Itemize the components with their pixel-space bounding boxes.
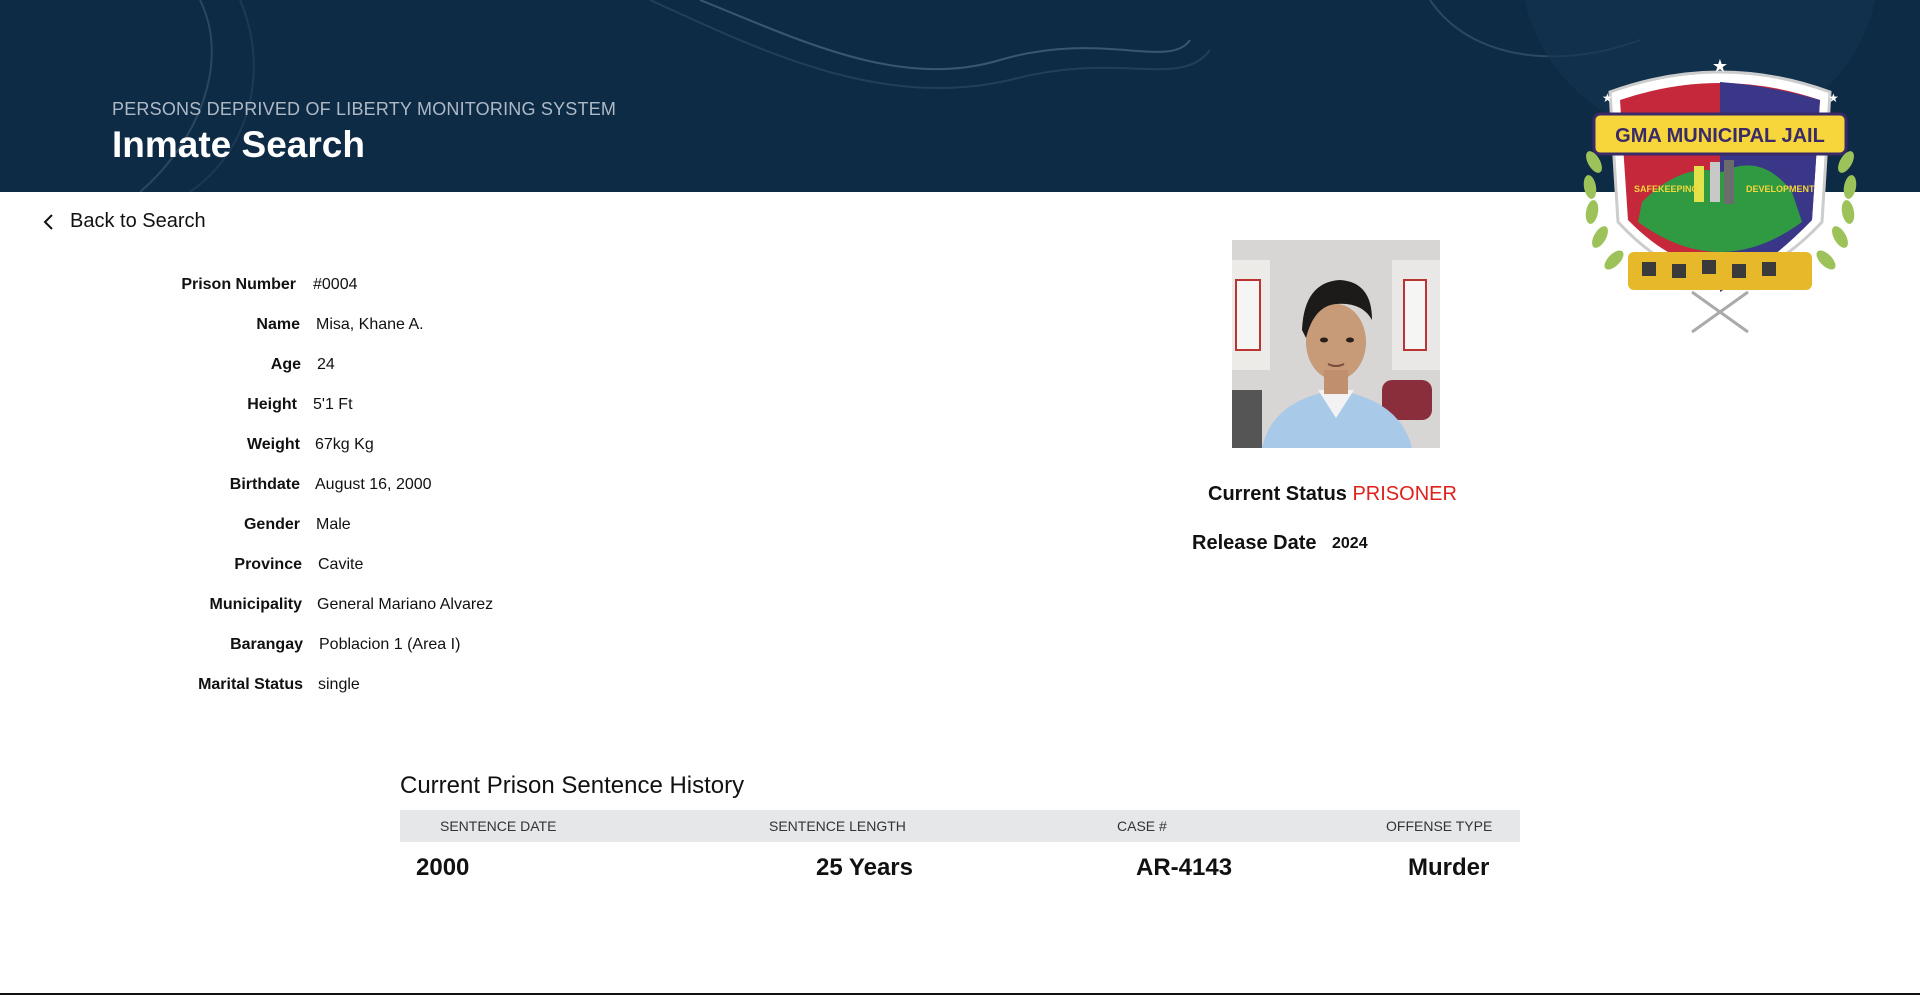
detail-label: Birthdate xyxy=(229,476,300,493)
svg-text:★: ★ xyxy=(1828,91,1839,105)
detail-value: 5'1 Ft xyxy=(313,396,353,413)
column-header-case-number: CASE # xyxy=(1117,818,1167,834)
sentence-history-title: Current Prison Sentence History xyxy=(400,772,745,799)
logo-banner-text: GMA MUNICIPAL JAIL xyxy=(1615,125,1825,147)
detail-label: Municipality xyxy=(209,596,302,613)
page-title: Inmate Search xyxy=(112,124,365,165)
detail-label: Gender xyxy=(243,516,300,533)
detail-value: August 16, 2000 xyxy=(315,476,432,493)
detail-value: Male xyxy=(316,516,351,533)
cell-sentence-length: 25 Years xyxy=(816,854,913,881)
detail-value: Cavite xyxy=(318,556,364,573)
release-date-label: Release Date xyxy=(1192,532,1317,554)
cell-sentence-date: 2000 xyxy=(416,854,470,881)
detail-label: Weight xyxy=(246,436,300,453)
detail-value: single xyxy=(318,676,360,693)
release-date-value: 2024 xyxy=(1332,535,1368,552)
cell-case-number: AR-4143 xyxy=(1136,854,1233,881)
detail-value: Misa, Khane A. xyxy=(316,316,424,333)
inmate-photo xyxy=(1232,240,1440,448)
back-to-search-link[interactable]: Back to Search xyxy=(42,210,206,233)
svg-text:★: ★ xyxy=(1712,56,1728,76)
svg-text:★: ★ xyxy=(1602,91,1613,105)
detail-label: Marital Status xyxy=(198,676,303,693)
detail-label: Age xyxy=(270,356,301,373)
current-status-value: PRISONER xyxy=(1352,483,1457,505)
detail-value: 24 xyxy=(317,356,335,373)
chevron-left-icon xyxy=(43,213,53,230)
sentence-history-table: SENTENCE DATE SENTENCE LENGTH CASE # OFF… xyxy=(400,810,1520,894)
detail-value: #0004 xyxy=(313,276,358,293)
detail-label: Prison Number xyxy=(181,276,296,293)
detail-label: Height xyxy=(247,396,297,413)
column-header-offense-type: OFFENSE TYPE xyxy=(1386,818,1493,834)
logo-left-ribbon: SAFEKEEPING xyxy=(1634,184,1699,194)
detail-label: Name xyxy=(256,316,300,333)
system-subtitle: PERSONS DEPRIVED OF LIBERTY MONITORING S… xyxy=(112,99,617,119)
release-date: Release Date 2024 xyxy=(1192,532,1368,555)
detail-value: General Mariano Alvarez xyxy=(317,596,494,613)
table-row: 2000 25 Years AR-4143 Murder xyxy=(400,842,1520,894)
detail-value: 67kg Kg xyxy=(315,436,374,453)
table-header: SENTENCE DATE SENTENCE LENGTH CASE # OFF… xyxy=(400,810,1520,842)
detail-label: Province xyxy=(234,556,302,573)
column-header-sentence-length: SENTENCE LENGTH xyxy=(769,818,906,834)
jail-logo: GMA MUNICIPAL JAIL SAFEKEEPING DEVELOPME… xyxy=(1583,56,1857,334)
detail-label: Barangay xyxy=(230,636,303,653)
column-header-sentence-date: SENTENCE DATE xyxy=(440,818,557,834)
detail-value: Poblacion 1 (Area I) xyxy=(319,636,461,653)
current-status: Current Status PRISONER xyxy=(1208,483,1457,506)
back-to-search-label: Back to Search xyxy=(70,210,206,232)
current-status-label: Current Status xyxy=(1208,483,1347,505)
logo-right-ribbon: DEVELOPMENT xyxy=(1746,184,1815,194)
cell-offense-type: Murder xyxy=(1408,854,1490,881)
